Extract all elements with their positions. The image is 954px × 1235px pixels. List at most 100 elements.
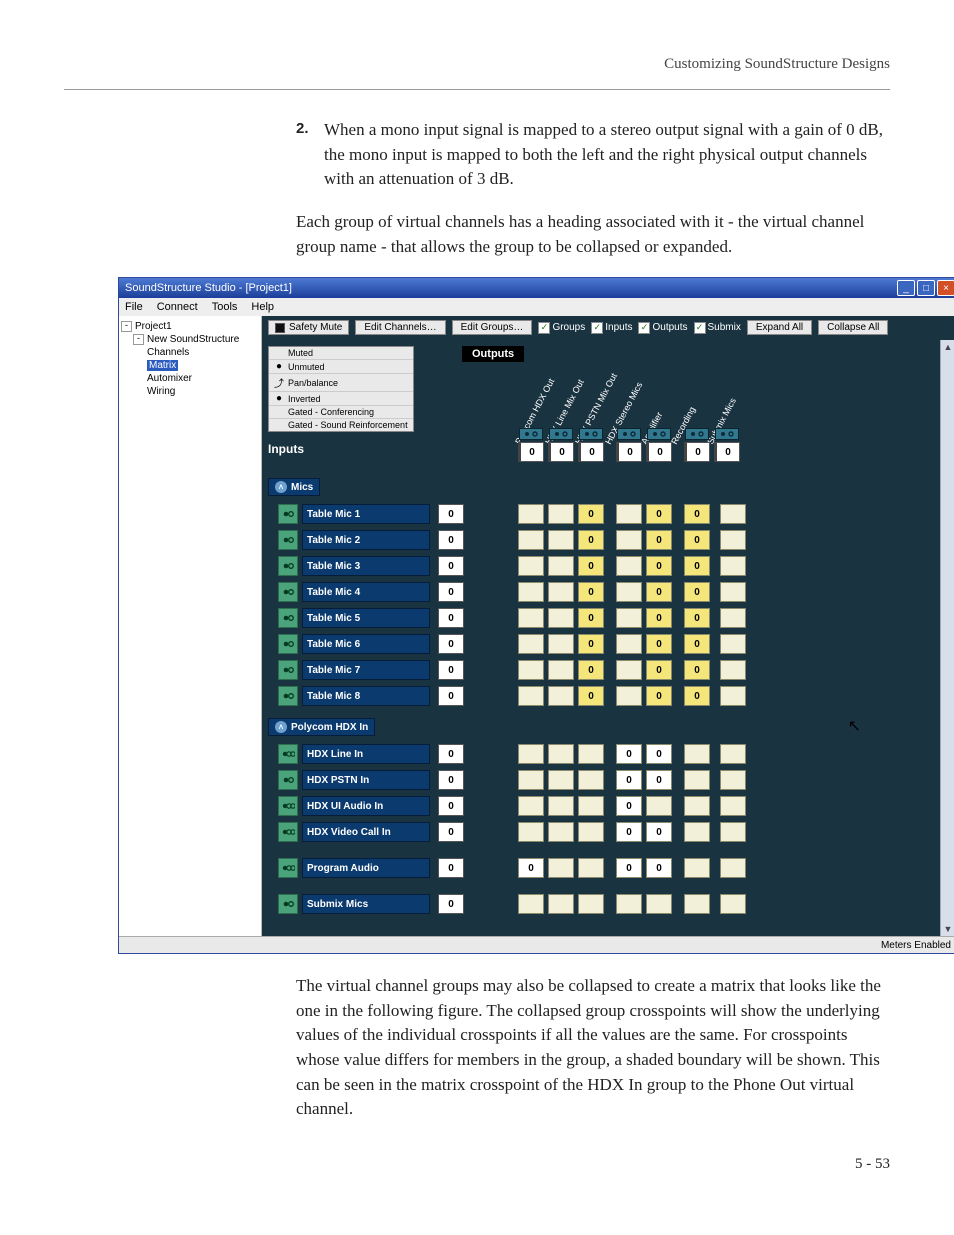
input-gain[interactable]: 0 — [438, 822, 464, 842]
crosspoint-cell[interactable]: 0 — [684, 686, 710, 706]
crosspoint-cell[interactable] — [518, 686, 544, 706]
crosspoint-cell[interactable] — [684, 796, 710, 816]
crosspoint-cell[interactable]: 0 — [684, 530, 710, 550]
input-channel-label[interactable]: Table Mic 1 — [302, 504, 430, 524]
scroll-up-icon[interactable]: ▲ — [941, 340, 954, 354]
crosspoint-cell[interactable]: 0 — [646, 634, 672, 654]
input-channel-label[interactable]: Table Mic 8 — [302, 686, 430, 706]
crosspoint-cell[interactable] — [548, 744, 574, 764]
crosspoint-cell[interactable] — [720, 608, 746, 628]
input-channel-label[interactable]: HDX UI Audio In — [302, 796, 430, 816]
crosspoint-cell[interactable] — [518, 556, 544, 576]
close-icon[interactable]: × — [937, 280, 954, 296]
input-gain[interactable]: 0 — [438, 796, 464, 816]
tree-item-channels[interactable]: Channels — [147, 347, 189, 358]
tree-item-wiring[interactable]: Wiring — [147, 386, 175, 397]
pan-indicator[interactable] — [715, 428, 739, 440]
crosspoint-cell[interactable] — [548, 608, 574, 628]
input-channel-label[interactable]: HDX Video Call In — [302, 822, 430, 842]
crosspoint-cell[interactable] — [548, 686, 574, 706]
crosspoint-cell[interactable] — [548, 770, 574, 790]
crosspoint-cell[interactable]: 0 — [646, 770, 672, 790]
input-gain[interactable]: 0 — [438, 530, 464, 550]
input-gain[interactable]: 0 — [438, 686, 464, 706]
crosspoint-cell[interactable] — [616, 582, 642, 602]
input-gain[interactable]: 0 — [438, 770, 464, 790]
crosspoint-cell[interactable] — [684, 858, 710, 878]
crosspoint-cell[interactable]: 0 — [684, 608, 710, 628]
minimize-icon[interactable]: _ — [897, 280, 915, 296]
pan-indicator[interactable] — [685, 428, 709, 440]
edit-channels-button[interactable]: Edit Channels… — [355, 320, 445, 335]
crosspoint-cell[interactable] — [616, 686, 642, 706]
crosspoint-cell[interactable] — [720, 582, 746, 602]
edit-groups-button[interactable]: Edit Groups… — [452, 320, 533, 335]
crosspoint-cell[interactable] — [720, 796, 746, 816]
output-master-gain[interactable]: 0 — [616, 442, 642, 462]
crosspoint-cell[interactable]: 0 — [578, 556, 604, 576]
tree-project[interactable]: Project1 — [135, 321, 172, 332]
crosspoint-cell[interactable] — [548, 582, 574, 602]
group-header[interactable]: ˄Mics — [268, 478, 320, 496]
crosspoint-cell[interactable] — [684, 894, 710, 914]
expand-all-button[interactable]: Expand All — [747, 320, 812, 335]
crosspoint-cell[interactable] — [720, 504, 746, 524]
crosspoint-cell[interactable] — [684, 770, 710, 790]
input-channel-label[interactable]: HDX Line In — [302, 744, 430, 764]
crosspoint-cell[interactable]: 0 — [646, 744, 672, 764]
input-channel-label[interactable]: Table Mic 3 — [302, 556, 430, 576]
input-gain[interactable]: 0 — [438, 858, 464, 878]
crosspoint-cell[interactable] — [720, 822, 746, 842]
crosspoint-cell[interactable] — [616, 894, 642, 914]
input-channel-label[interactable]: Table Mic 7 — [302, 660, 430, 680]
crosspoint-cell[interactable] — [548, 530, 574, 550]
inputs-checkbox[interactable]: ✓Inputs — [591, 322, 632, 334]
crosspoint-cell[interactable] — [578, 822, 604, 842]
crosspoint-cell[interactable]: 0 — [616, 770, 642, 790]
menu-tools[interactable]: Tools — [212, 301, 238, 313]
crosspoint-cell[interactable]: 0 — [578, 582, 604, 602]
crosspoint-cell[interactable]: 0 — [684, 582, 710, 602]
crosspoint-cell[interactable] — [720, 770, 746, 790]
crosspoint-cell[interactable]: 0 — [646, 686, 672, 706]
crosspoint-cell[interactable] — [684, 822, 710, 842]
crosspoint-cell[interactable] — [548, 796, 574, 816]
crosspoint-cell[interactable] — [518, 608, 544, 628]
crosspoint-cell[interactable] — [720, 530, 746, 550]
input-gain[interactable]: 0 — [438, 744, 464, 764]
output-master-gain[interactable]: 0 — [548, 442, 574, 462]
input-gain[interactable]: 0 — [438, 582, 464, 602]
crosspoint-cell[interactable]: 0 — [578, 530, 604, 550]
crosspoint-cell[interactable] — [646, 894, 672, 914]
crosspoint-cell[interactable] — [518, 822, 544, 842]
input-channel-label[interactable]: Program Audio — [302, 858, 430, 878]
input-gain[interactable]: 0 — [438, 556, 464, 576]
crosspoint-cell[interactable]: 0 — [646, 556, 672, 576]
outputs-checkbox[interactable]: ✓Outputs — [638, 322, 687, 334]
crosspoint-cell[interactable] — [616, 608, 642, 628]
menu-connect[interactable]: Connect — [157, 301, 198, 313]
crosspoint-cell[interactable] — [720, 858, 746, 878]
crosspoint-cell[interactable] — [548, 660, 574, 680]
crosspoint-cell[interactable] — [548, 894, 574, 914]
crosspoint-cell[interactable] — [684, 744, 710, 764]
crosspoint-cell[interactable]: 0 — [646, 582, 672, 602]
collapse-all-button[interactable]: Collapse All — [818, 320, 888, 335]
crosspoint-cell[interactable]: 0 — [646, 822, 672, 842]
pan-indicator[interactable] — [647, 428, 671, 440]
crosspoint-cell[interactable]: 0 — [616, 822, 642, 842]
crosspoint-cell[interactable]: 0 — [578, 608, 604, 628]
crosspoint-cell[interactable]: 0 — [646, 504, 672, 524]
crosspoint-cell[interactable]: 0 — [578, 634, 604, 654]
crosspoint-cell[interactable]: 0 — [684, 660, 710, 680]
submix-checkbox[interactable]: ✓Submix — [694, 322, 741, 334]
output-master-gain[interactable]: 0 — [684, 442, 710, 462]
crosspoint-cell[interactable] — [548, 556, 574, 576]
input-channel-label[interactable]: Table Mic 5 — [302, 608, 430, 628]
crosspoint-cell[interactable] — [518, 582, 544, 602]
crosspoint-cell[interactable]: 0 — [616, 744, 642, 764]
pan-indicator[interactable] — [579, 428, 603, 440]
tree-device[interactable]: New SoundStructure — [147, 334, 239, 345]
crosspoint-cell[interactable] — [548, 858, 574, 878]
output-master-gain[interactable]: 0 — [578, 442, 604, 462]
